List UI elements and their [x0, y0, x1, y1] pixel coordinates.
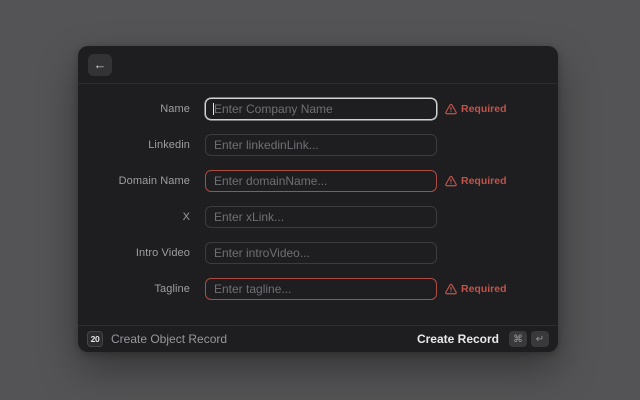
warning-icon: [445, 175, 457, 187]
action-bar: 20 Create Object Record Create Record ⌘ …: [78, 325, 558, 352]
tagline-required-badge: Required: [445, 283, 507, 295]
domain-name-required-badge: Required: [445, 175, 507, 187]
domain-name-input[interactable]: [205, 170, 437, 192]
name-label: Name: [78, 103, 190, 115]
required-label: Required: [461, 103, 507, 115]
form-row-intro-video: Intro Video: [78, 242, 558, 264]
tagline-input[interactable]: [205, 278, 437, 300]
linkedin-input[interactable]: [205, 134, 437, 156]
intro-video-label: Intro Video: [78, 247, 190, 259]
name-required-badge: Required: [445, 103, 507, 115]
name-input-wrap: [205, 98, 437, 120]
create-record-button[interactable]: Create Record: [417, 332, 499, 346]
form-row-x: X: [78, 206, 558, 228]
x-input-wrap: [205, 206, 437, 228]
required-label: Required: [461, 283, 507, 295]
form-row-domain-name: Domain Name Required: [78, 170, 558, 192]
required-label: Required: [461, 175, 507, 187]
linkedin-label: Linkedin: [78, 139, 190, 151]
modal-header: ←: [78, 46, 558, 84]
tagline-input-wrap: [205, 278, 437, 300]
domain-name-label: Domain Name: [78, 175, 190, 187]
return-key-icon: ↵: [531, 331, 549, 347]
text-caret: [213, 103, 214, 115]
warning-icon: [445, 283, 457, 295]
x-label: X: [78, 211, 190, 223]
tagline-label: Tagline: [78, 283, 190, 295]
create-record-form: Name Required Linkedin Domain Name: [78, 84, 558, 325]
linkedin-input-wrap: [205, 134, 437, 156]
x-input[interactable]: [205, 206, 437, 228]
back-button[interactable]: ←: [88, 54, 112, 76]
twenty-app-icon: 20: [87, 331, 103, 347]
command-key-icon: ⌘: [509, 331, 527, 347]
back-arrow-icon: ←: [94, 57, 107, 72]
intro-video-input-wrap: [205, 242, 437, 264]
warning-icon: [445, 103, 457, 115]
intro-video-input[interactable]: [205, 242, 437, 264]
create-record-modal: ← Name Required Linkedin: [78, 46, 558, 352]
form-row-tagline: Tagline Required: [78, 278, 558, 300]
name-input[interactable]: [205, 98, 437, 120]
command-title: Create Object Record: [111, 332, 227, 346]
form-row-linkedin: Linkedin: [78, 134, 558, 156]
form-row-name: Name Required: [78, 98, 558, 120]
shortcut-key-group: ⌘ ↵: [509, 331, 549, 347]
domain-name-input-wrap: [205, 170, 437, 192]
